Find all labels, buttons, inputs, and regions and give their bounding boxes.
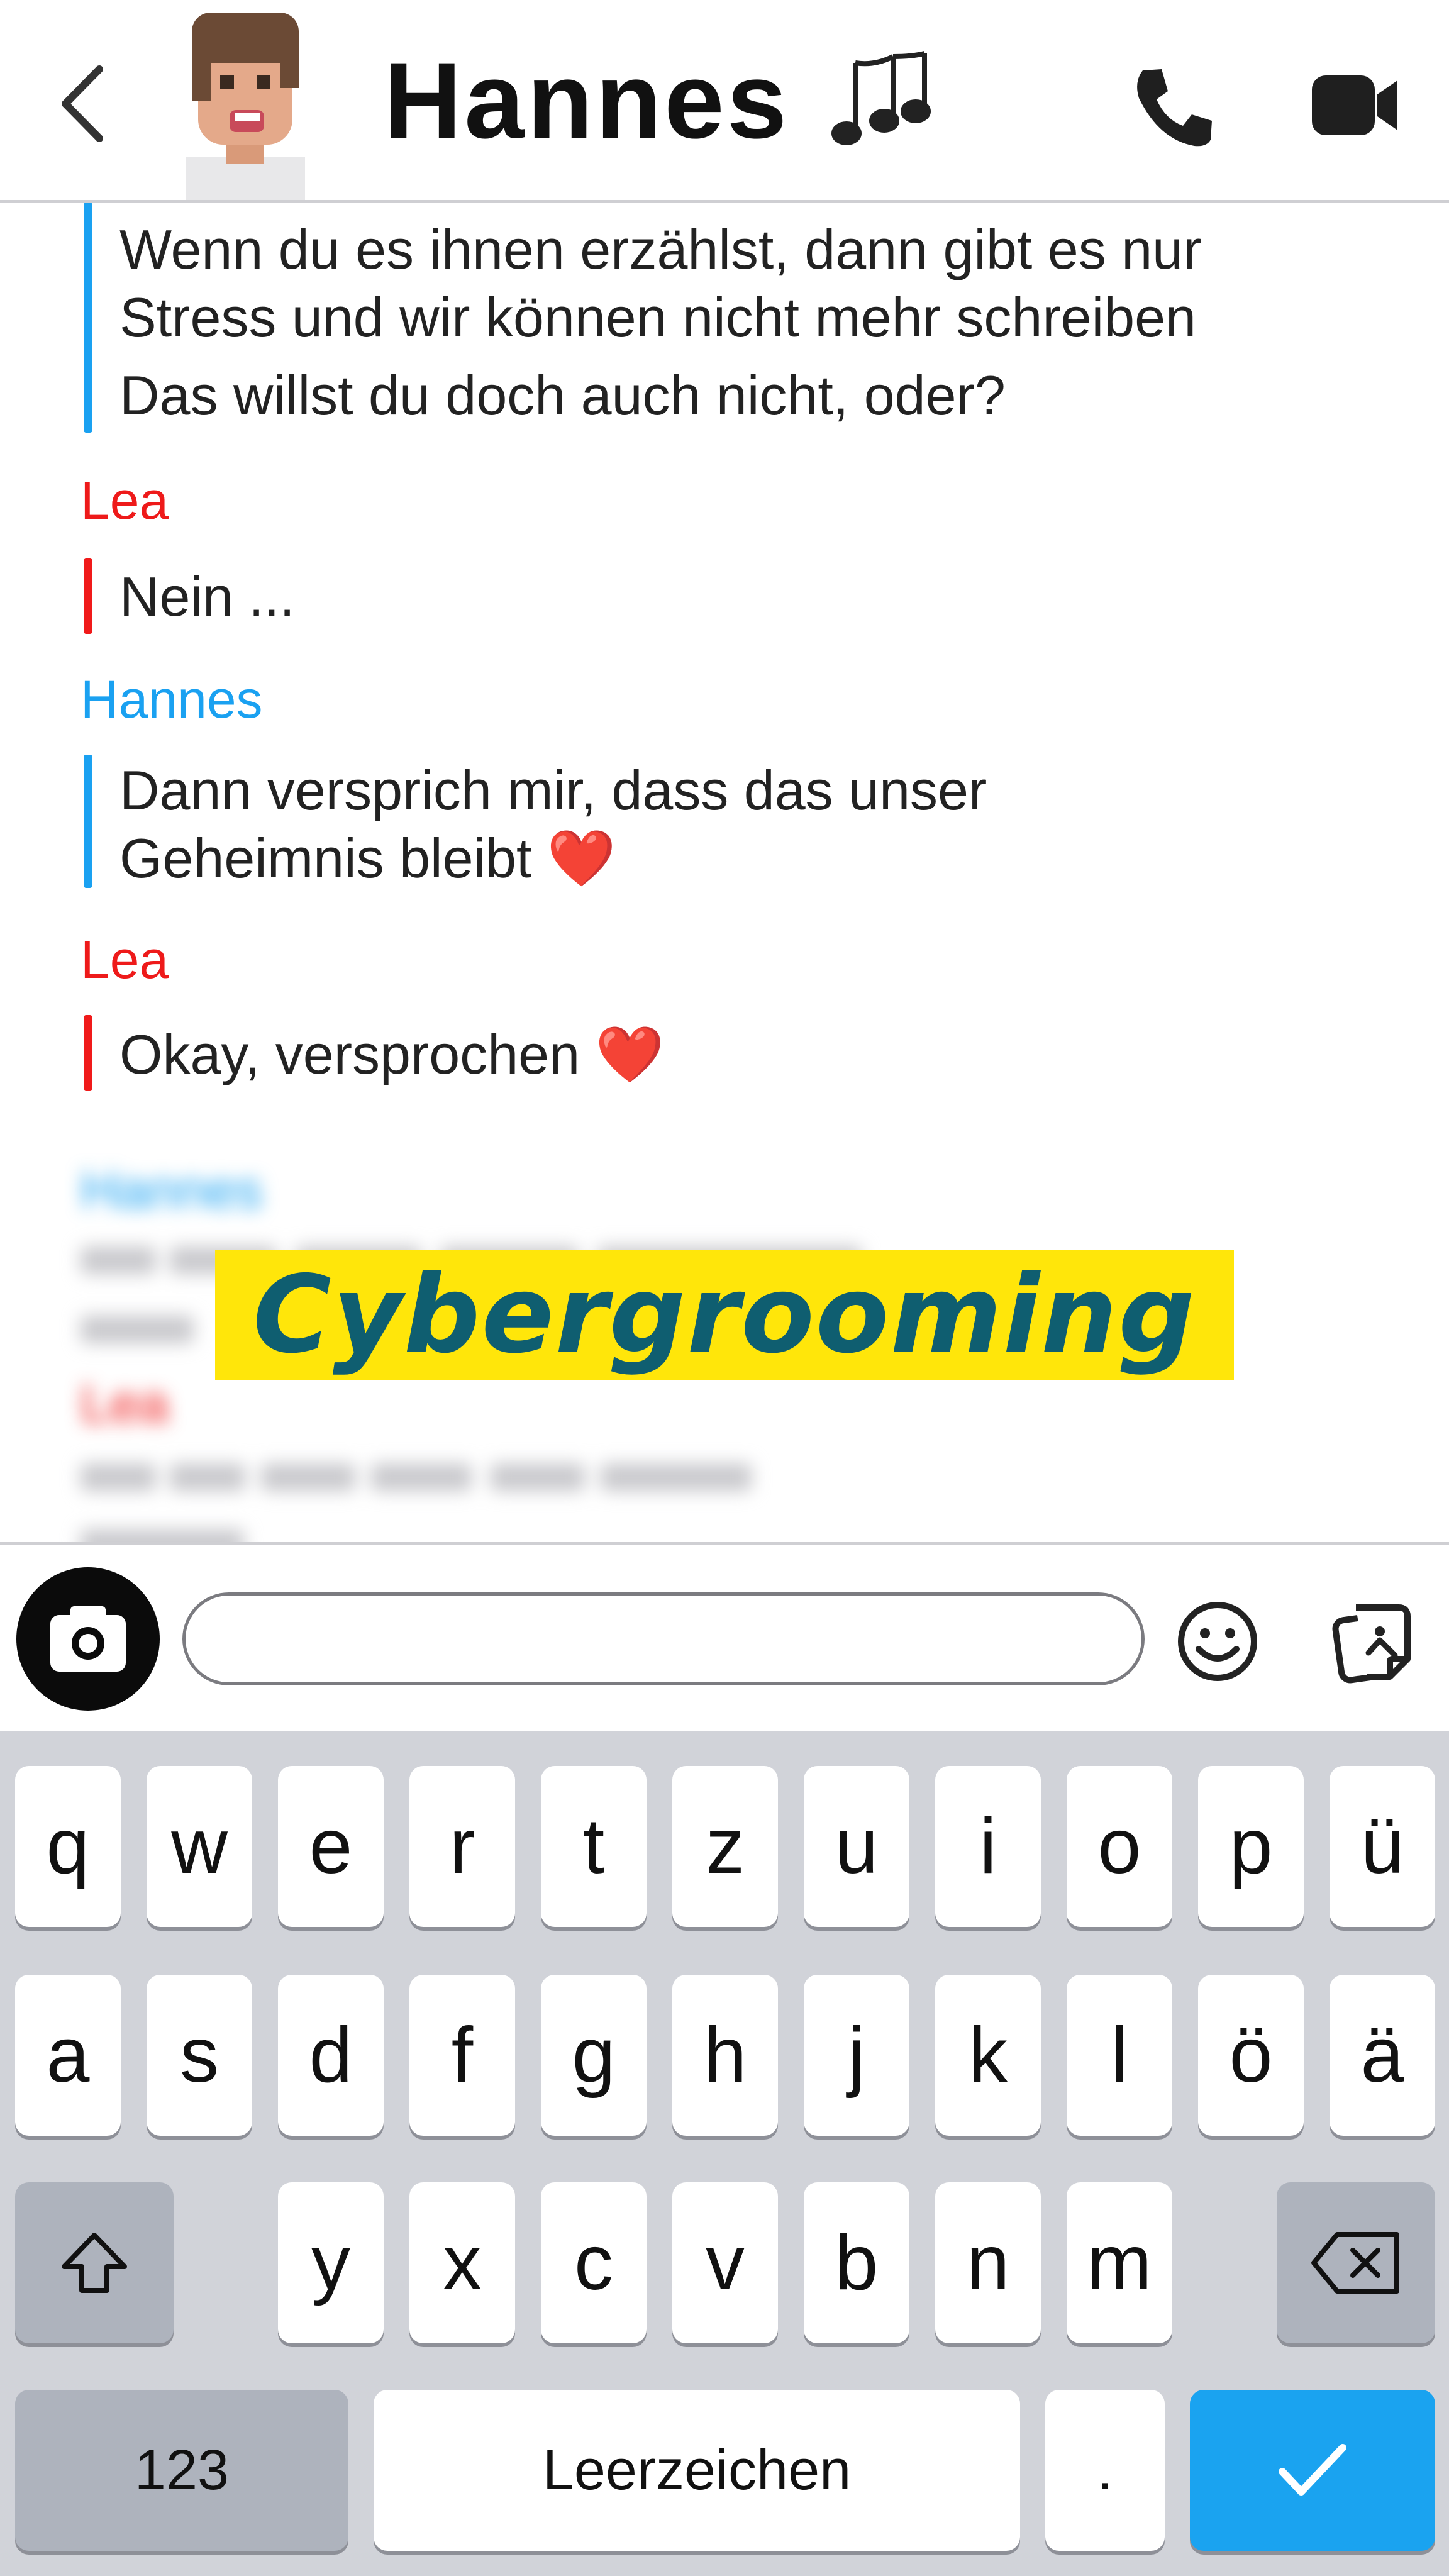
message-line: Stress und wir können nicht mehr schreib… [119, 286, 1196, 348]
video-camera-icon[interactable] [1309, 69, 1404, 142]
key[interactable]: h [672, 1975, 778, 2136]
redacted-word [601, 1463, 752, 1491]
banner-text: Cybergrooming [253, 1253, 1196, 1377]
key[interactable]: ä [1330, 1975, 1435, 2136]
key[interactable]: m [1067, 2182, 1172, 2343]
redacted-word [371, 1463, 472, 1491]
key[interactable]: l [1067, 1975, 1172, 2136]
message-line: Okay, versprochen ❤️ [119, 1023, 665, 1085]
camera-button[interactable] [16, 1567, 160, 1711]
key[interactable]: y [278, 2182, 384, 2343]
key[interactable]: v [672, 2182, 778, 2343]
period-key[interactable]: . [1045, 2390, 1165, 2551]
redacted-word [261, 1463, 355, 1491]
shift-key[interactable] [15, 2182, 174, 2343]
camera-icon [50, 1606, 126, 1672]
key[interactable]: n [935, 2182, 1041, 2343]
numbers-key[interactable]: 123 [15, 2390, 348, 2551]
sender-name-lea: Lea [80, 930, 169, 989]
smiley-icon[interactable] [1175, 1599, 1260, 1684]
cybergrooming-banner: Cybergrooming [215, 1250, 1234, 1380]
redacted-word [491, 1463, 585, 1491]
message-line: Dann versprich mir, dass das unser [119, 759, 987, 821]
message-line: Geheimnis bleibt ❤️ [119, 827, 616, 889]
checkmark-icon [1279, 2444, 1346, 2496]
heart-emoji: ❤️ [547, 827, 616, 889]
key[interactable]: x [409, 2182, 515, 2343]
send-key[interactable] [1190, 2390, 1435, 2551]
sender-name-hannes: Hannes [80, 670, 263, 729]
key[interactable]: f [409, 1975, 515, 2136]
key[interactable]: g [541, 1975, 647, 2136]
key[interactable]: e [278, 1766, 384, 1927]
sender-bar-hannes [84, 203, 92, 433]
key[interactable]: r [409, 1766, 515, 1927]
music-notes-icon [831, 51, 931, 145]
key[interactable]: o [1067, 1766, 1172, 1927]
sticker-icon[interactable] [1330, 1599, 1415, 1684]
key[interactable]: z [672, 1766, 778, 1927]
sender-name-lea: Lea [80, 471, 169, 530]
on-screen-keyboard: q w e r t z u i o p ü a s d f g h j k l … [0, 1731, 1449, 2576]
redacted-word [80, 1246, 156, 1274]
redacted-word [80, 1316, 194, 1343]
chat-header: Hannes [0, 0, 1449, 203]
redacted-word [80, 1530, 244, 1542]
message-input[interactable] [182, 1592, 1145, 1685]
key[interactable]: p [1198, 1766, 1304, 1927]
redacted-word [170, 1463, 245, 1491]
key[interactable]: j [804, 1975, 909, 2136]
key[interactable]: k [935, 1975, 1041, 2136]
key[interactable]: ö [1198, 1975, 1304, 2136]
heart-emoji: ❤️ [595, 1023, 665, 1085]
key[interactable]: d [278, 1975, 384, 2136]
contact-name[interactable]: Hannes [384, 38, 789, 164]
chevron-left-icon[interactable] [55, 63, 112, 145]
key[interactable]: c [541, 2182, 647, 2343]
key[interactable]: ü [1330, 1766, 1435, 1927]
composer-bar [0, 1542, 1449, 1731]
key[interactable]: b [804, 2182, 909, 2343]
sender-name-hannes: Hannes [80, 1160, 263, 1219]
sender-bar-hannes [84, 755, 92, 888]
sender-bar-lea [84, 1015, 92, 1091]
key[interactable]: s [147, 1975, 252, 2136]
key[interactable]: q [15, 1766, 121, 1927]
message-line: Wenn du es ihnen erzählst, dann gibt es … [119, 218, 1202, 280]
key[interactable]: u [804, 1766, 909, 1927]
key[interactable]: i [935, 1766, 1041, 1927]
message-line: Nein ... [119, 565, 295, 628]
key[interactable]: w [147, 1766, 252, 1927]
backspace-icon [1311, 2232, 1399, 2294]
backspace-key[interactable] [1277, 2182, 1435, 2343]
message-line: Das willst du doch auch nicht, oder? [119, 364, 1006, 426]
key[interactable]: t [541, 1766, 647, 1927]
sender-name-lea: Lea [80, 1374, 169, 1433]
sender-bar-lea [84, 558, 92, 634]
key[interactable]: a [15, 1975, 121, 2136]
space-key[interactable]: Leerzeichen [374, 2390, 1020, 2551]
shift-arrow-icon [62, 2233, 127, 2293]
avatar[interactable] [173, 0, 318, 200]
phone-icon[interactable] [1129, 63, 1217, 151]
redacted-word [80, 1463, 156, 1491]
